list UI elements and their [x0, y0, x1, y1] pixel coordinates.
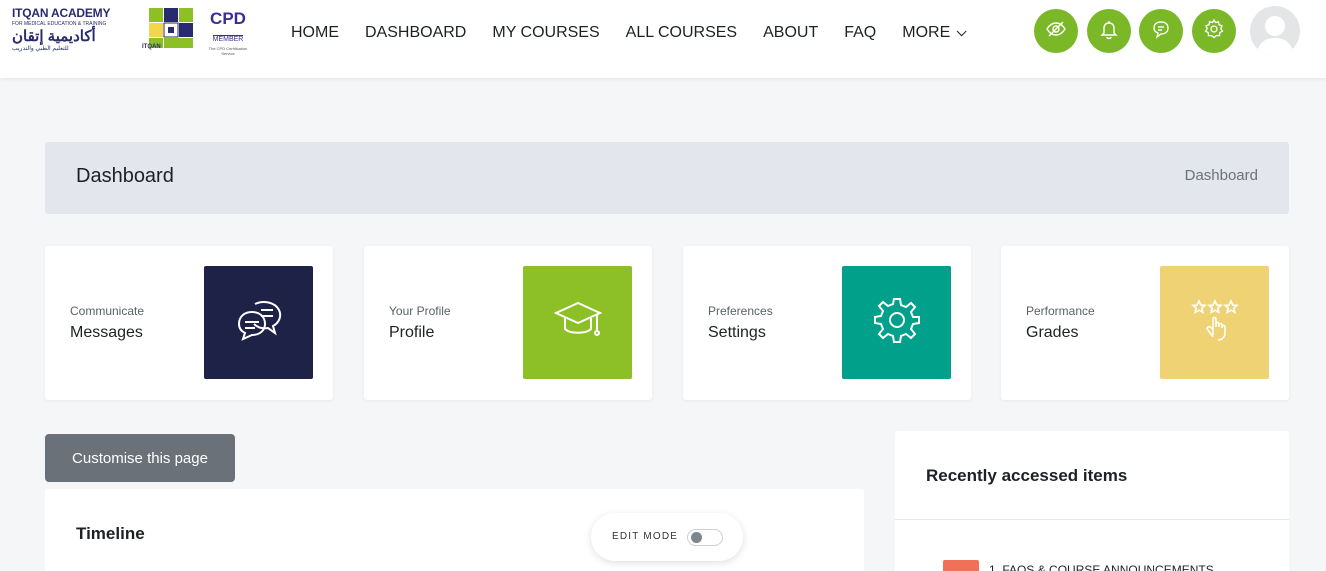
- eye-slash-icon: [1045, 18, 1067, 45]
- card-grades[interactable]: Performance Grades: [1001, 246, 1289, 400]
- top-navbar: ITQAN ACADEMY FOR MEDICAL EDUCATION & TR…: [0, 0, 1326, 78]
- forum-icon: [943, 560, 979, 571]
- accessibility-toggle-button[interactable]: [1034, 9, 1078, 53]
- cpd-member: MEMBER: [212, 35, 244, 43]
- notifications-button[interactable]: [1087, 9, 1131, 53]
- user-settings-button[interactable]: [1192, 9, 1236, 53]
- card-label: Settings: [708, 324, 766, 341]
- recently-accessed-block: Recently accessed items 1. FAQS & COURSE…: [895, 431, 1289, 571]
- page-title: Dashboard: [76, 165, 174, 187]
- card-caption: Communicate: [70, 304, 145, 318]
- card-settings[interactable]: Preferences Settings: [683, 246, 971, 400]
- edit-mode-label: EDIT MODE: [612, 531, 679, 542]
- user-avatar[interactable]: [1250, 6, 1300, 56]
- recent-item[interactable]: 1. FAQS & COURSE ANNOUNCEMENTS: [943, 560, 1214, 571]
- chat-icon: [1150, 18, 1172, 45]
- nav-faq[interactable]: FAQ: [844, 22, 876, 44]
- messages-drawer-button[interactable]: [1139, 9, 1183, 53]
- logo-name-ar: أكاديمية إتقان: [12, 28, 96, 45]
- cpd-title: CPD: [210, 9, 246, 28]
- toggle-knob: [691, 532, 702, 543]
- card-caption: Your Profile: [389, 304, 451, 318]
- customise-page-button[interactable]: Customise this page: [45, 434, 235, 482]
- gear-icon: [1203, 18, 1225, 45]
- messages-icon: [233, 296, 285, 349]
- page-header: Dashboard Dashboard: [45, 142, 1289, 214]
- site-logo[interactable]: ITQAN ACADEMY FOR MEDICAL EDUCATION & TR…: [12, 6, 254, 57]
- nav-my-courses[interactable]: MY COURSES: [492, 22, 599, 44]
- profile-tile[interactable]: [523, 266, 632, 379]
- bell-icon: [1098, 18, 1120, 45]
- cpd-note: The CPD Certification Service: [208, 46, 248, 56]
- gear-icon: [872, 295, 922, 350]
- timeline-title: Timeline: [76, 524, 145, 543]
- card-label: Grades: [1026, 324, 1079, 341]
- nav-more-label: MORE: [902, 24, 951, 41]
- divider: [895, 519, 1289, 520]
- logo-name-en: ITQAN ACADEMY: [12, 6, 111, 20]
- card-label: Profile: [389, 324, 435, 341]
- main-nav: HOME DASHBOARD MY COURSES ALL COURSES AB…: [291, 22, 989, 44]
- graduation-cap-icon: [553, 297, 603, 348]
- settings-tile[interactable]: [842, 266, 951, 379]
- nav-about[interactable]: ABOUT: [763, 22, 818, 44]
- chevron-down-icon: [956, 25, 967, 36]
- card-profile[interactable]: Your Profile Profile: [364, 246, 652, 400]
- nav-more-dropdown[interactable]: MORE: [902, 22, 967, 44]
- nav-home[interactable]: HOME: [291, 22, 339, 44]
- card-label: Messages: [70, 324, 143, 341]
- card-messages[interactable]: Communicate Messages: [45, 246, 333, 400]
- card-caption: Preferences: [708, 304, 773, 318]
- messages-tile[interactable]: [204, 266, 313, 379]
- edit-mode-toggle[interactable]: [687, 529, 723, 546]
- recently-accessed-title: Recently accessed items: [926, 466, 1128, 485]
- recent-item-label: 1. FAQS & COURSE ANNOUNCEMENTS: [989, 563, 1214, 571]
- cpd-badge: CPD MEMBER The CPD Certification Service: [202, 9, 254, 57]
- card-caption: Performance: [1026, 304, 1095, 318]
- nav-dashboard[interactable]: DASHBOARD: [365, 22, 466, 44]
- nav-all-courses[interactable]: ALL COURSES: [626, 22, 737, 44]
- logo-tagline-ar: للتعليم الطبي والتدريب: [12, 46, 69, 52]
- breadcrumb[interactable]: Dashboard: [1185, 167, 1258, 184]
- stars-hand-icon: [1190, 297, 1239, 348]
- grades-tile[interactable]: [1160, 266, 1269, 379]
- edit-mode-switch[interactable]: EDIT MODE: [591, 513, 743, 561]
- logo-mark-label: ITQAN: [142, 44, 161, 50]
- logo-text: ITQAN ACADEMY FOR MEDICAL EDUCATION & TR…: [12, 6, 147, 52]
